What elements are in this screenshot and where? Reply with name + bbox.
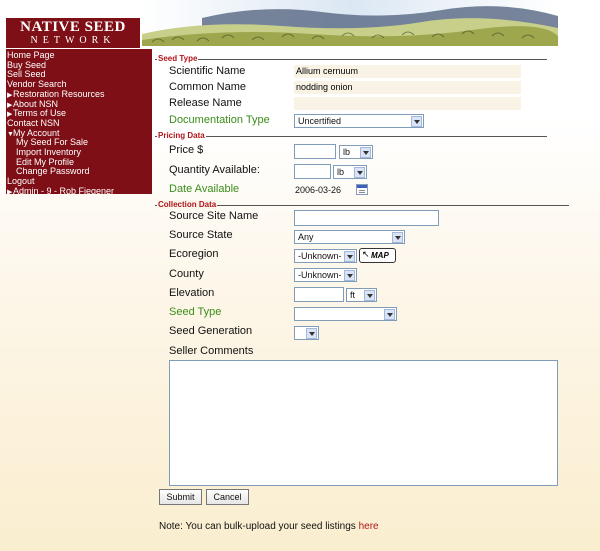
sidebar-item-terms-of-use[interactable]: ▶Terms of Use	[6, 108, 153, 118]
elevation-input[interactable]	[294, 287, 344, 302]
release-name-label: Release Name	[169, 97, 242, 109]
sidebar-item-sell-seed[interactable]: Sell Seed	[6, 69, 153, 79]
elevation-unit-select[interactable]: ft	[346, 288, 377, 302]
date-available-value: 2006-03-26	[295, 185, 342, 195]
county-label: County	[169, 268, 204, 280]
site-logo[interactable]: NATIVE SEED NETWORK	[6, 18, 140, 48]
sidebar-item-about-nsn[interactable]: ▶About NSN	[6, 99, 153, 109]
chevron-down-icon	[344, 270, 355, 281]
price-label: Price $	[169, 144, 204, 156]
sidebar-item-home-page[interactable]: Home Page	[6, 50, 153, 60]
source-state-select[interactable]: Any	[294, 230, 405, 244]
sidebar-item-label: Edit My Profile	[16, 156, 75, 167]
sidebar-item-my-seed-for-sale[interactable]: My Seed For Sale	[6, 137, 162, 147]
seed-type-select[interactable]	[294, 307, 397, 321]
release-name-value	[294, 97, 521, 110]
elevation-unit-value: ft	[350, 290, 356, 300]
bulk-upload-note-text: Note: You can bulk-upload your seed list…	[159, 521, 359, 532]
scientific-name-label: Scientific Name	[169, 65, 246, 77]
source-site-name-label: Source Site Name	[169, 210, 259, 222]
elevation-label: Elevation	[169, 287, 215, 299]
sidebar-item-edit-my-profile[interactable]: Edit My Profile	[6, 157, 162, 167]
hills-banner-image	[142, 0, 558, 46]
documentation-type-value: Uncertified	[298, 116, 342, 126]
sidebar-item-contact-nsn[interactable]: Contact NSN	[6, 118, 153, 128]
ecoregion-map-button[interactable]: ↖ MAP	[359, 248, 396, 263]
date-available-label: Date Available	[169, 183, 240, 195]
chevron-down-icon	[360, 147, 371, 158]
sidebar-item-label: Restoration Resources	[13, 88, 105, 99]
sidebar-nav: Home Page Buy Seed Sell Seed Vendor Search ▶…	[6, 49, 153, 196]
scientific-name-value: Allium cernuum	[294, 65, 521, 78]
bulk-upload-note: Note: You can bulk-upload your seed list…	[159, 521, 379, 532]
chevron-down-icon	[364, 290, 375, 301]
pricing-legend: Pricing Data	[157, 131, 206, 140]
chevron-down-icon	[306, 328, 317, 339]
sidebar-item-buy-seed[interactable]: Buy Seed	[6, 60, 153, 70]
seed-type-legend: Seed Type	[157, 54, 199, 63]
sidebar-item-label: My Account	[13, 127, 60, 138]
sidebar-item-label: Import Inventory	[16, 147, 82, 157]
sidebar-item-change-password[interactable]: Change Password	[6, 166, 162, 176]
county-select[interactable]: -Unknown-	[294, 268, 357, 282]
price-unit-select[interactable]: lb	[339, 145, 373, 159]
sidebar-item-label: Buy Seed	[7, 59, 47, 70]
pricing-rule	[155, 136, 547, 137]
seller-comments-label: Seller Comments	[169, 345, 254, 357]
seed-type-rule	[155, 59, 547, 60]
ecoregion-value: -Unknown-	[298, 251, 342, 261]
calendar-icon[interactable]	[356, 184, 368, 195]
county-value: -Unknown-	[298, 270, 342, 280]
quantity-unit-select[interactable]: lb	[333, 165, 367, 179]
quantity-unit-value: lb	[337, 167, 345, 177]
map-pointer-icon: ↖	[362, 249, 370, 259]
sidebar-item-label: Contact NSN	[7, 117, 60, 128]
chevron-down-icon	[344, 251, 355, 262]
seed-type-field-label: Seed Type	[169, 306, 222, 318]
cancel-button[interactable]: Cancel	[206, 489, 249, 505]
logo-subtitle: NETWORK	[30, 35, 116, 46]
chevron-down-icon	[384, 309, 395, 320]
sidebar-item-restoration-resources[interactable]: ▶Restoration Resources	[6, 89, 153, 99]
price-input[interactable]	[294, 144, 336, 159]
sidebar-item-label: Admin - 9 - Rob Fiegener	[13, 185, 115, 196]
common-name-value: nodding onion	[294, 81, 521, 94]
sidebar-item-label: Home Page	[7, 50, 55, 60]
bulk-upload-link[interactable]: here	[359, 521, 379, 532]
seed-generation-label: Seed Generation	[169, 325, 253, 337]
sidebar-item-logout[interactable]: Logout	[6, 176, 153, 186]
chevron-down-icon	[354, 167, 365, 178]
sidebar-item-my-account[interactable]: ▼My Account	[6, 128, 153, 138]
sidebar-item-label: Terms of Use	[13, 108, 67, 119]
common-name-label: Common Name	[169, 81, 247, 93]
ecoregion-label: Ecoregion	[169, 248, 219, 260]
source-state-value: Any	[298, 232, 314, 242]
sidebar-item-label: Change Password	[16, 166, 90, 177]
sidebar-item-label: About NSN	[13, 98, 59, 109]
documentation-type-select[interactable]: Uncertified	[294, 114, 424, 128]
source-state-label: Source State	[169, 229, 233, 241]
sidebar-item-label: Logout	[7, 176, 35, 187]
quantity-available-label: Quantity Available:	[169, 164, 260, 176]
ecoregion-select[interactable]: -Unknown-	[294, 249, 357, 263]
price-unit-value: lb	[343, 147, 351, 157]
site-banner: NATIVE SEED NETWORK	[0, 0, 600, 48]
seller-comments-textarea[interactable]	[169, 360, 558, 486]
quantity-input[interactable]	[294, 164, 331, 179]
source-site-name-input[interactable]	[294, 210, 439, 226]
map-button-label: MAP	[371, 251, 389, 260]
sidebar-item-label: Sell Seed	[7, 69, 46, 80]
sidebar-item-vendor-search[interactable]: Vendor Search	[6, 79, 153, 89]
chevron-down-icon	[411, 116, 422, 127]
submit-button[interactable]: Submit	[159, 489, 202, 505]
collection-legend: Collection Data	[157, 200, 218, 209]
sidebar-item-label: My Seed For Sale	[16, 137, 89, 148]
logo-title: NATIVE SEED	[20, 19, 126, 35]
sidebar-item-admin-9-rob-fiegener[interactable]: ▶Admin - 9 - Rob Fiegener	[6, 186, 153, 196]
chevron-down-icon	[392, 232, 403, 243]
seed-generation-select[interactable]	[294, 326, 319, 340]
sidebar-item-label: Vendor Search	[7, 79, 67, 90]
documentation-type-label: Documentation Type	[169, 114, 270, 126]
sidebar-item-import-inventory[interactable]: Import Inventory	[6, 147, 162, 157]
